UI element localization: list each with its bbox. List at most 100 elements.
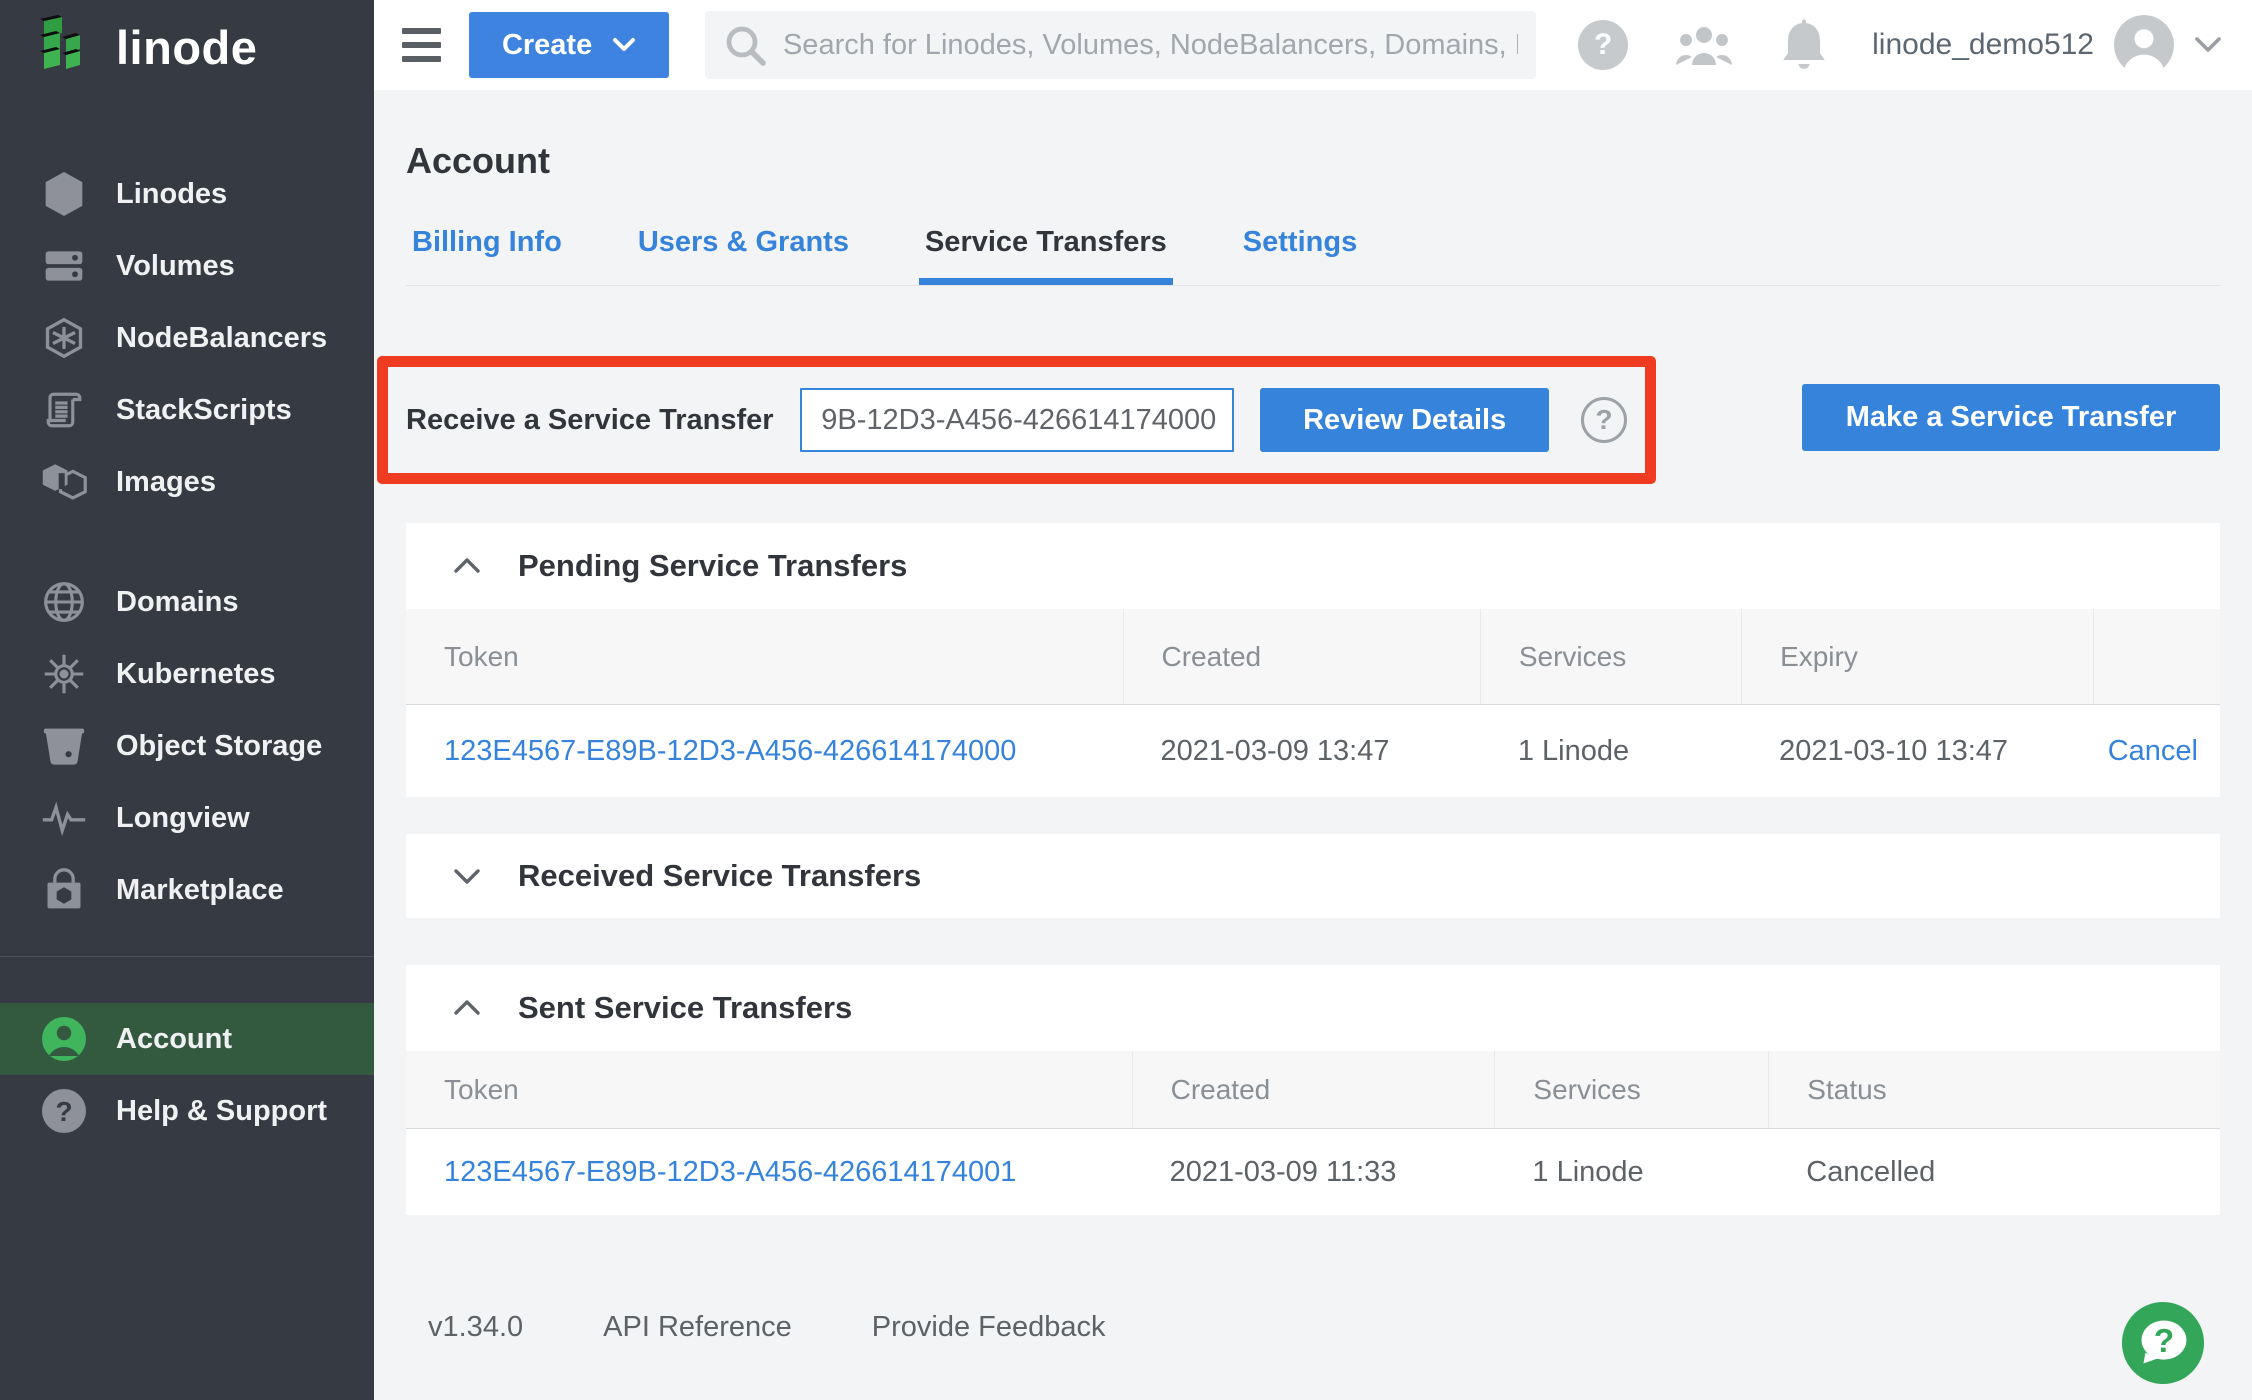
search-input[interactable] — [783, 29, 1518, 62]
svg-text:?: ? — [55, 1096, 72, 1127]
hamburger-menu-icon[interactable] — [402, 28, 441, 62]
main-area: Create ? linode_demo512 Accoun — [374, 0, 2252, 1400]
cancel-transfer-link[interactable]: Cancel — [2093, 735, 2220, 768]
sidebar-item-help-support[interactable]: ? Help & Support — [0, 1075, 374, 1147]
sidebar-item-images[interactable]: Images — [0, 446, 374, 518]
create-button[interactable]: Create — [469, 12, 669, 78]
transfer-status: Cancelled — [1768, 1156, 2220, 1189]
page-footer: v1.34.0 API Reference Provide Feedback — [428, 1311, 2220, 1344]
globe-icon — [40, 578, 88, 626]
shopping-bag-icon — [40, 866, 88, 914]
sidebar-item-label: Account — [116, 1023, 232, 1056]
collapse-chevron-down-icon[interactable] — [452, 866, 482, 886]
sidebar-item-marketplace[interactable]: Marketplace — [0, 854, 374, 926]
sidebar-item-account[interactable]: Account — [0, 1003, 374, 1075]
community-icon[interactable] — [1674, 21, 1734, 69]
tab-service-transfers[interactable]: Service Transfers — [919, 226, 1173, 285]
api-reference-link[interactable]: API Reference — [603, 1311, 792, 1344]
column-header-expiry[interactable]: Expiry — [1741, 609, 2093, 704]
review-details-button[interactable]: Review Details — [1260, 388, 1549, 452]
images-icon — [40, 458, 88, 506]
sidebar-divider — [0, 956, 374, 957]
collapse-chevron-up-icon[interactable] — [452, 998, 482, 1018]
column-header-status[interactable]: Status — [1768, 1051, 2220, 1128]
make-service-transfer-button[interactable]: Make a Service Transfer — [1802, 384, 2220, 451]
sidebar-bottom-group: Account ? Help & Support — [0, 1003, 374, 1147]
column-header-services[interactable]: Services — [1480, 609, 1741, 704]
table-row: 123E4567-E89B-12D3-A456-426614174000 202… — [406, 705, 2220, 797]
received-transfers-card: Received Service Transfers — [406, 834, 2220, 918]
sidebar-item-label: Kubernetes — [116, 658, 276, 691]
sent-transfers-header[interactable]: Sent Service Transfers — [406, 965, 2220, 1051]
chevron-down-icon — [612, 37, 636, 53]
account-tabs: Billing Info Users & Grants Service Tran… — [406, 226, 2220, 286]
app-version: v1.34.0 — [428, 1311, 523, 1344]
received-transfers-header[interactable]: Received Service Transfers — [406, 834, 2220, 918]
receive-transfer-label: Receive a Service Transfer — [406, 404, 774, 437]
user-menu[interactable]: linode_demo512 — [1872, 15, 2222, 75]
sidebar-item-linodes[interactable]: Linodes — [0, 158, 374, 230]
avatar — [2114, 15, 2174, 75]
transfer-actions-row: Receive a Service Transfer Review Detail… — [406, 356, 2220, 484]
linode-logo-icon — [36, 14, 98, 80]
help-chat-icon: ? — [2120, 1300, 2206, 1386]
sidebar-item-label: StackScripts — [116, 394, 292, 427]
transfer-created: 2021-03-09 13:47 — [1123, 735, 1480, 768]
sidebar-item-longview[interactable]: Longview — [0, 782, 374, 854]
kubernetes-wheel-icon — [40, 650, 88, 698]
sidebar-item-stackscripts[interactable]: StackScripts — [0, 374, 374, 446]
transfer-token-link[interactable]: 123E4567-E89B-12D3-A456-426614174001 — [406, 1156, 1132, 1189]
help-chat-fab[interactable]: ? — [2120, 1300, 2206, 1386]
user-chevron-down-icon — [2194, 36, 2222, 54]
sidebar-item-kubernetes[interactable]: Kubernetes — [0, 638, 374, 710]
pulse-icon — [40, 794, 88, 842]
sidebar-item-label: Images — [116, 466, 216, 499]
linode-hexagon-icon — [40, 170, 88, 218]
account-person-icon — [40, 1015, 88, 1063]
username: linode_demo512 — [1872, 28, 2094, 62]
sidebar-item-object-storage[interactable]: Object Storage — [0, 710, 374, 782]
column-header-services[interactable]: Services — [1494, 1051, 1768, 1128]
pending-transfers-header[interactable]: Pending Service Transfers — [406, 523, 2220, 609]
linode-logo-text: linode — [116, 20, 257, 75]
sidebar-item-label: Linodes — [116, 178, 227, 211]
linode-cloud-manager: linode Linodes Volumes NodeBalancers — [0, 0, 2252, 1400]
column-header-token[interactable]: Token — [406, 641, 1123, 673]
sidebar-item-nodebalancers[interactable]: NodeBalancers — [0, 302, 374, 374]
column-header-actions — [2093, 609, 2220, 704]
provide-feedback-link[interactable]: Provide Feedback — [872, 1311, 1106, 1344]
tab-settings[interactable]: Settings — [1237, 226, 1363, 285]
sidebar-item-volumes[interactable]: Volumes — [0, 230, 374, 302]
topbar: Create ? linode_demo512 — [374, 0, 2252, 90]
help-icon[interactable]: ? — [1578, 20, 1628, 70]
svg-text:?: ? — [2154, 1323, 2174, 1360]
collapse-chevron-up-icon[interactable] — [452, 556, 482, 576]
section-title: Pending Service Transfers — [518, 548, 907, 584]
column-header-created[interactable]: Created — [1132, 1051, 1495, 1128]
pending-table-header: Token Created Services Expiry — [406, 609, 2220, 705]
sidebar-item-label: Object Storage — [116, 730, 322, 763]
sidebar-item-label: Marketplace — [116, 874, 284, 907]
linode-logo[interactable]: linode — [0, 0, 374, 94]
sidebar-item-domains[interactable]: Domains — [0, 566, 374, 638]
column-header-created[interactable]: Created — [1123, 609, 1480, 704]
transfer-token-link[interactable]: 123E4567-E89B-12D3-A456-426614174000 — [406, 735, 1123, 768]
table-row: 123E4567-E89B-12D3-A456-426614174001 202… — [406, 1129, 2220, 1215]
page-title: Account — [406, 140, 2220, 182]
create-button-label: Create — [502, 29, 592, 62]
help-question-icon: ? — [40, 1087, 88, 1135]
scroll-icon — [40, 386, 88, 434]
notifications-bell-icon[interactable] — [1780, 19, 1828, 71]
column-header-token[interactable]: Token — [406, 1074, 1132, 1106]
tab-users-grants[interactable]: Users & Grants — [632, 226, 855, 285]
sidebar-item-label: Volumes — [116, 250, 235, 283]
volumes-icon — [40, 242, 88, 290]
transfer-token-input[interactable] — [800, 388, 1235, 452]
topbar-icons: ? — [1578, 19, 1828, 71]
transfer-services: 1 Linode — [1494, 1156, 1768, 1189]
tab-billing-info[interactable]: Billing Info — [406, 226, 568, 285]
transfer-expiry: 2021-03-10 13:47 — [1741, 735, 2093, 768]
receive-help-icon[interactable]: ? — [1581, 397, 1627, 443]
search-bar[interactable] — [705, 11, 1536, 79]
sent-table-header: Token Created Services Status — [406, 1051, 2220, 1129]
